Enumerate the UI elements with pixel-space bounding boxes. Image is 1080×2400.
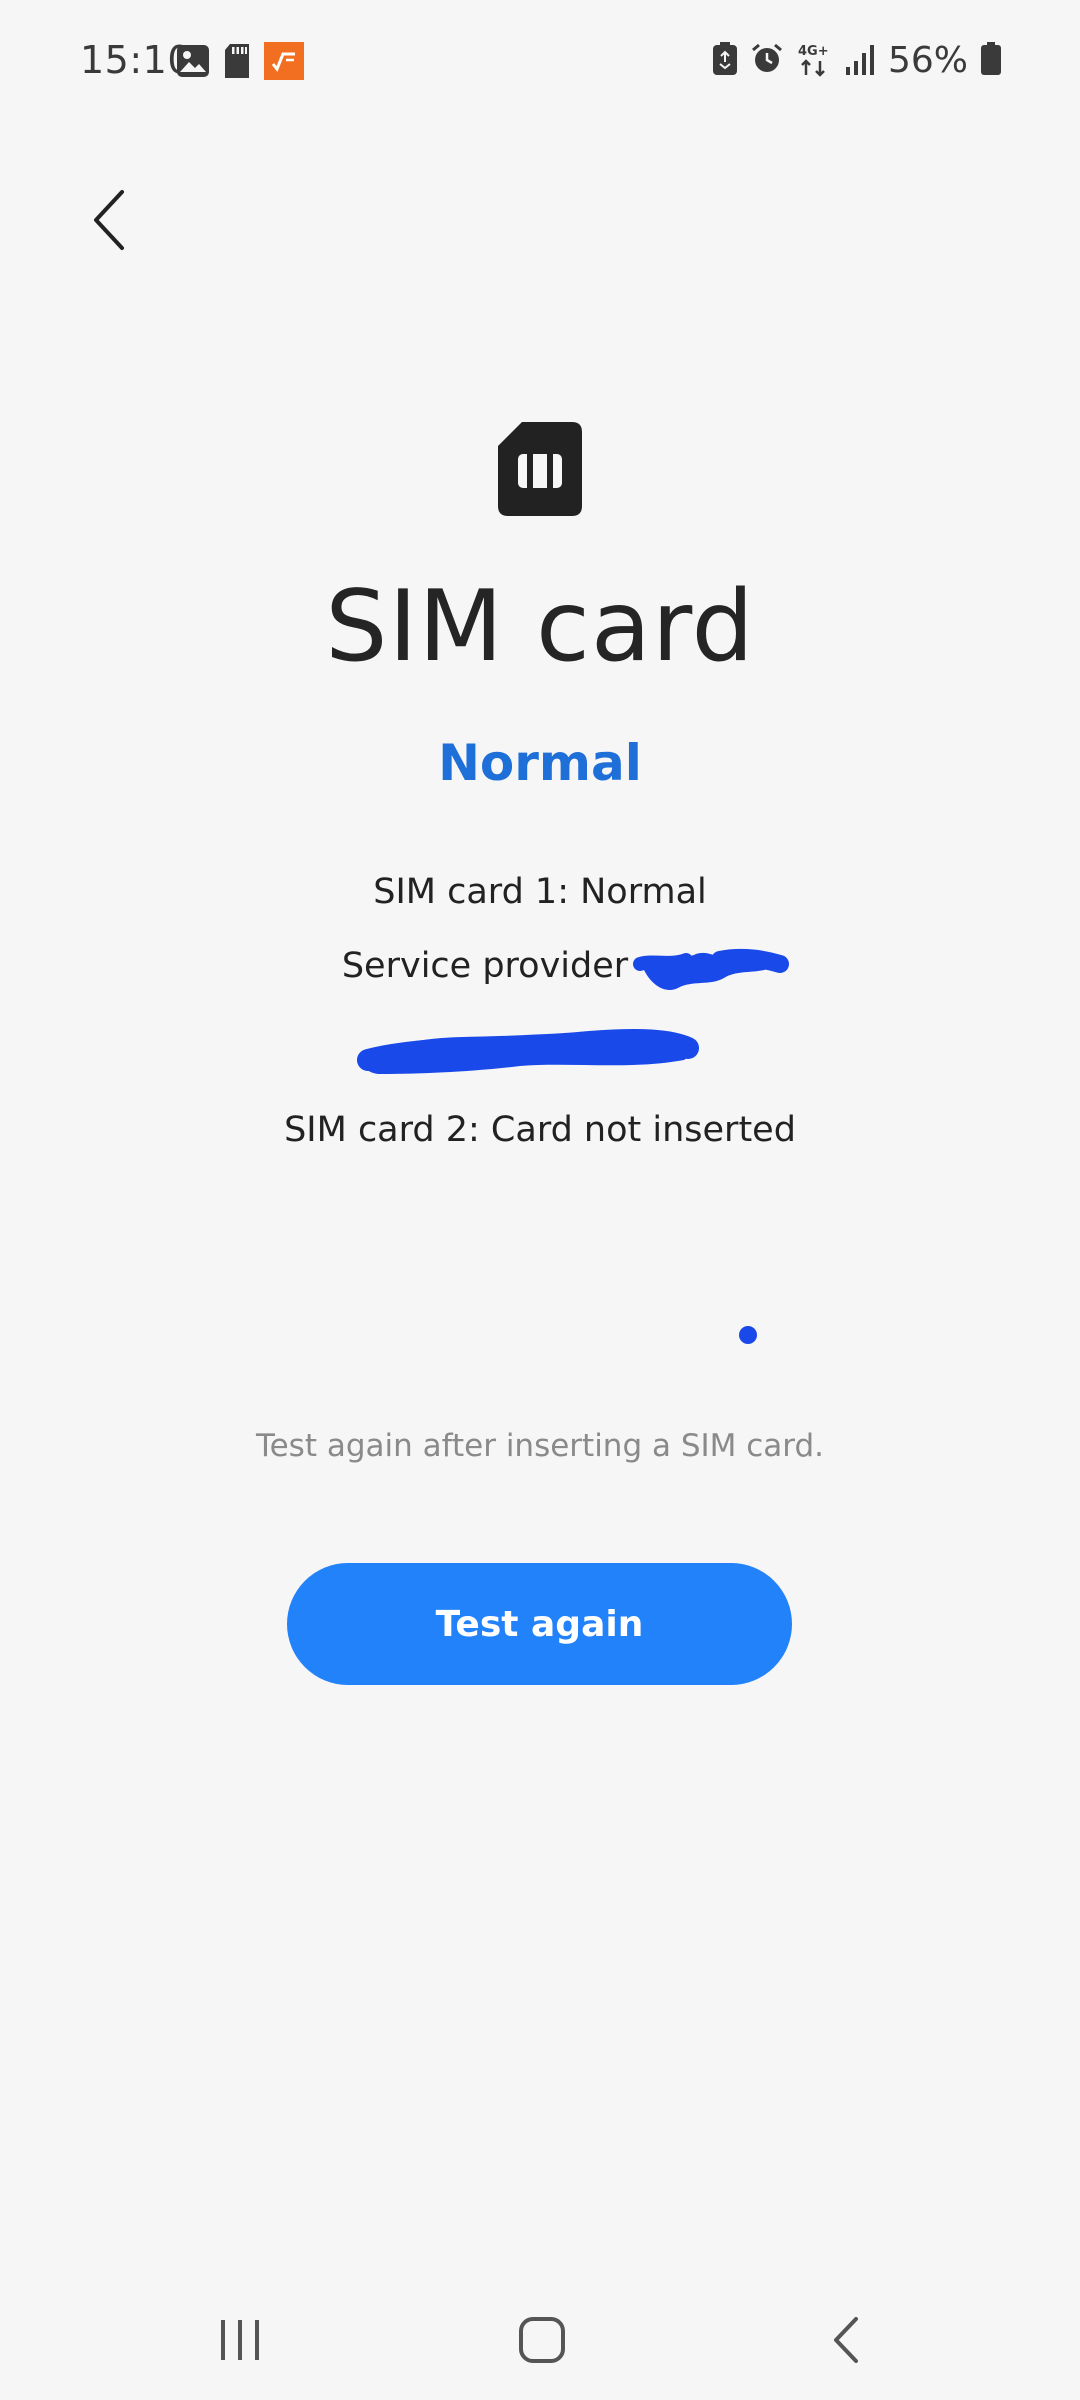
- home-button[interactable]: [510, 2308, 574, 2372]
- page-title: SIM card: [325, 570, 755, 684]
- recents-icon: [221, 2320, 259, 2360]
- status-right-icons: 4G+ 56%: [712, 40, 1002, 81]
- back-button[interactable]: [70, 180, 150, 260]
- battery-percent: 56%: [887, 40, 968, 81]
- sim2-status: SIM card 2: Card not inserted: [284, 1110, 796, 1150]
- battery-saver-icon: [712, 41, 738, 80]
- image-icon: [176, 44, 210, 82]
- back-icon: [834, 2317, 858, 2363]
- navigation-bar: [0, 2280, 1080, 2390]
- service-provider-line: Service provider: [0, 946, 1080, 986]
- test-again-button[interactable]: Test again: [287, 1563, 792, 1685]
- progress-indicator: [739, 1326, 757, 1344]
- service-provider-label: Service provider: [341, 946, 629, 986]
- signal-icon: [844, 43, 876, 79]
- redaction-scribble-details: [357, 1029, 699, 1074]
- system-back-button[interactable]: [816, 2308, 876, 2372]
- recents-button[interactable]: [210, 2310, 270, 2370]
- status-bar: 15:10 4G+ 56%: [0, 0, 1080, 124]
- alarm-icon: [750, 42, 784, 80]
- network-4g-label: 4G+: [798, 44, 829, 59]
- app-notification-icon: [264, 42, 304, 84]
- sd-card-icon: [224, 43, 250, 83]
- chevron-left-icon: [94, 190, 124, 250]
- sim1-status: SIM card 1: Normal: [373, 872, 707, 912]
- battery-icon: [980, 41, 1002, 80]
- network-4g-icon: 4G+: [796, 41, 832, 81]
- sim-card-icon: [496, 420, 584, 518]
- status-left-icons: [176, 42, 304, 84]
- hint-text: Test again after inserting a SIM card.: [255, 1428, 825, 1464]
- home-icon: [519, 2317, 565, 2363]
- test-result: Normal: [438, 734, 642, 792]
